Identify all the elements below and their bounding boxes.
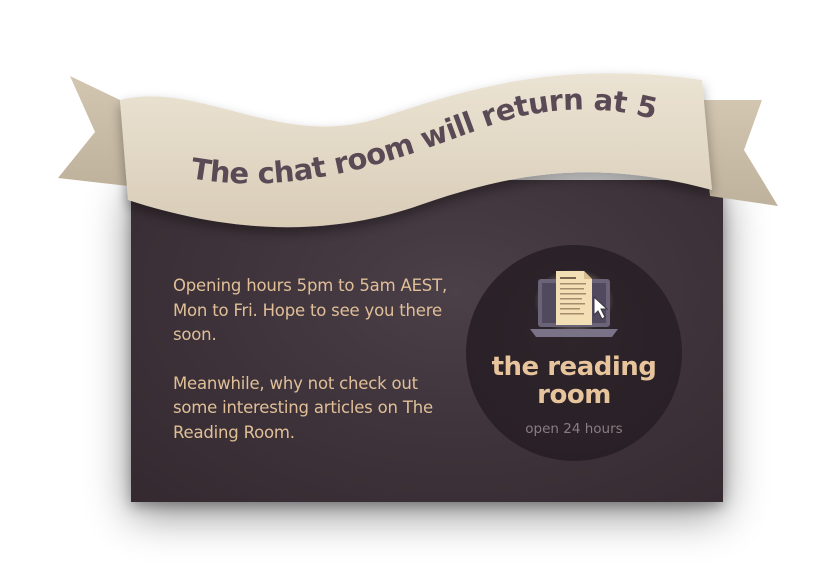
opening-hours-text: Opening hours 5pm to 5am AEST, Mon to Fr…: [173, 276, 448, 344]
reading-room-title: the reading room: [491, 352, 657, 410]
laptop-document-icon: [530, 269, 618, 337]
suggestion-text: Meanwhile, why not check out some intere…: [173, 373, 433, 442]
closed-message: Opening hours 5pm to 5am AEST, Mon to Fr…: [173, 274, 453, 469]
ribbon-left-tail: [58, 76, 128, 186]
reading-room-link[interactable]: the reading room open 24 hours: [466, 245, 682, 461]
reading-room-hours: open 24 hours: [525, 421, 623, 437]
chat-closed-notice: The chat room will return at 5pm Opening…: [0, 0, 835, 571]
banner-area: [120, 70, 720, 220]
